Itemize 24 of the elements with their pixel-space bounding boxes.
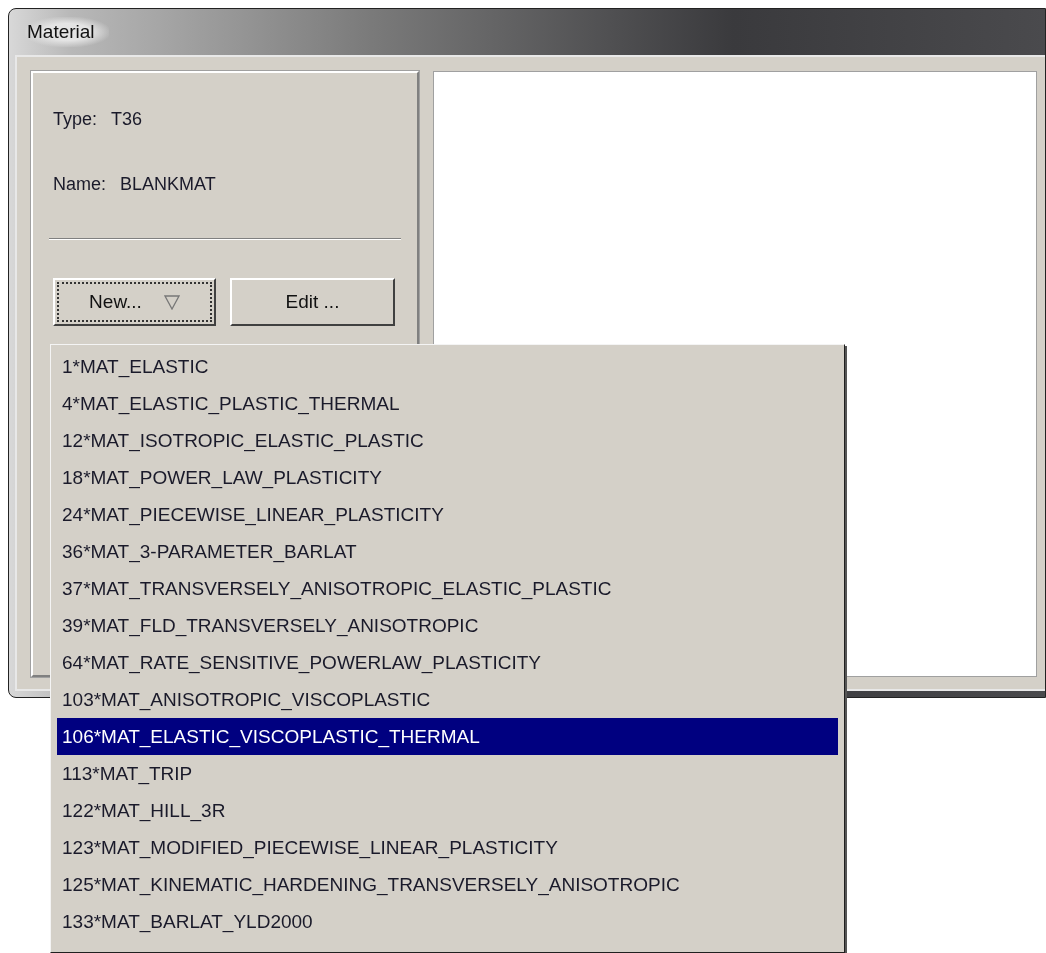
menu-item[interactable]: 122*MAT_HILL_3R xyxy=(57,792,838,829)
menu-item[interactable]: 36*MAT_3-PARAMETER_BARLAT xyxy=(57,533,838,570)
menu-item[interactable]: 113*MAT_TRIP xyxy=(57,755,838,792)
menu-item[interactable]: 37*MAT_TRANSVERSELY_ANISOTROPIC_ELASTIC_PLASTIC xyxy=(57,570,838,607)
menu-item[interactable]: 133*MAT_BARLAT_YLD2000 xyxy=(57,903,838,940)
menu-item[interactable]: 4*MAT_ELASTIC_PLASTIC_THERMAL xyxy=(57,385,838,422)
menu-item[interactable]: 39*MAT_FLD_TRANSVERSELY_ANISOTROPIC xyxy=(57,607,838,644)
name-label: Name: xyxy=(53,173,106,195)
type-value: T36 xyxy=(111,108,143,130)
menu-item[interactable]: 64*MAT_RATE_SENSITIVE_POWERLAW_PLASTICITY xyxy=(57,644,838,681)
window-title: Material xyxy=(25,17,109,47)
name-value: BLANKMAT xyxy=(120,173,216,195)
edit-button[interactable]: Edit ... xyxy=(230,278,395,326)
menu-item[interactable]: 103*MAT_ANISOTROPIC_VISCOPLASTIC xyxy=(57,681,838,718)
caret-icon xyxy=(163,294,180,310)
menu-item[interactable]: 18*MAT_POWER_LAW_PLASTICITY xyxy=(57,459,838,496)
menu-item[interactable]: 12*MAT_ISOTROPIC_ELASTIC_PLASTIC xyxy=(57,422,838,459)
menu-item[interactable]: 123*MAT_MODIFIED_PIECEWISE_LINEAR_PLASTICITY xyxy=(57,829,838,866)
type-label: Type: xyxy=(53,108,98,130)
menu-item[interactable]: 106*MAT_ELASTIC_VISCOPLASTIC_THERMAL xyxy=(57,718,838,755)
menu-item[interactable]: 1*MAT_ELASTIC xyxy=(57,348,838,385)
menu-item[interactable]: 125*MAT_KINEMATIC_HARDENING_TRANSVERSELY_ANISOTROPIC xyxy=(57,866,838,903)
menu-item[interactable]: 24*MAT_PIECEWISE_LINEAR_PLASTICITY xyxy=(57,496,838,533)
new-dropdown-button[interactable]: New... xyxy=(53,278,216,326)
